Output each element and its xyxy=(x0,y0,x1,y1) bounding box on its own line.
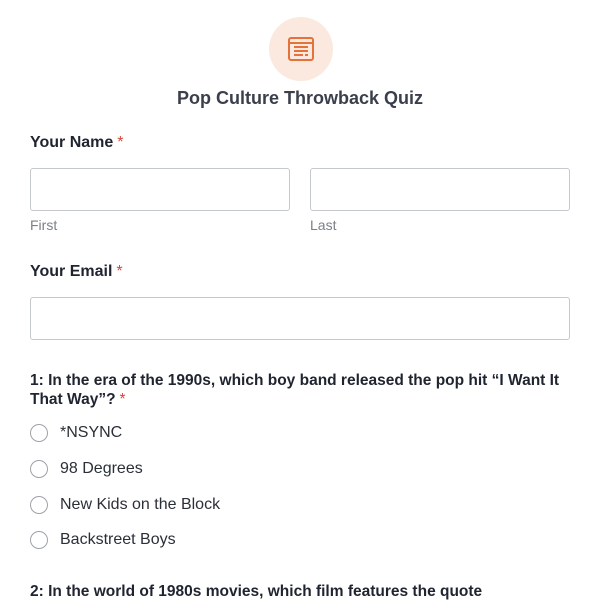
email-label: Your Email * xyxy=(30,263,123,281)
question-1-option[interactable]: 98 Degrees xyxy=(30,459,143,479)
radio-button[interactable] xyxy=(30,531,48,549)
name-label-text: Your Name xyxy=(30,134,114,151)
last-name-sublabel: Last xyxy=(310,217,337,233)
first-name-input[interactable] xyxy=(30,168,290,211)
option-label: New Kids on the Block xyxy=(60,496,221,513)
name-label: Your Name * xyxy=(30,134,124,152)
email-label-text: Your Email xyxy=(30,263,113,280)
quiz-form: Pop Culture Throwback Quiz Your Name * Fi… xyxy=(0,0,600,600)
required-marker: * xyxy=(119,391,126,408)
question-2: 2: In the world of 1980s movies, which f… xyxy=(30,582,575,600)
radio-button[interactable] xyxy=(30,496,48,514)
question-1-option[interactable]: New Kids on the Block xyxy=(30,495,220,515)
email-input[interactable] xyxy=(30,297,570,340)
form-document-icon xyxy=(288,37,314,61)
option-label: Backstreet Boys xyxy=(60,531,176,548)
required-marker: * xyxy=(117,134,124,151)
last-name-input[interactable] xyxy=(310,168,570,211)
question-2-text: 2: In the world of 1980s movies, which f… xyxy=(30,583,483,600)
option-label: 98 Degrees xyxy=(60,460,143,477)
question-1: 1: In the era of the 1990s, which boy ba… xyxy=(30,371,575,409)
question-1-text: 1: In the era of the 1990s, which boy ba… xyxy=(30,372,560,408)
radio-button[interactable] xyxy=(30,460,48,478)
radio-button[interactable] xyxy=(30,424,48,442)
first-name-sublabel: First xyxy=(30,217,58,233)
question-1-option[interactable]: *NSYNC xyxy=(30,423,122,443)
form-title: Pop Culture Throwback Quiz xyxy=(176,88,423,108)
question-1-option[interactable]: Backstreet Boys xyxy=(30,530,176,550)
required-marker: * xyxy=(116,263,123,280)
option-label: *NSYNC xyxy=(60,424,123,441)
form-logo xyxy=(269,17,333,81)
